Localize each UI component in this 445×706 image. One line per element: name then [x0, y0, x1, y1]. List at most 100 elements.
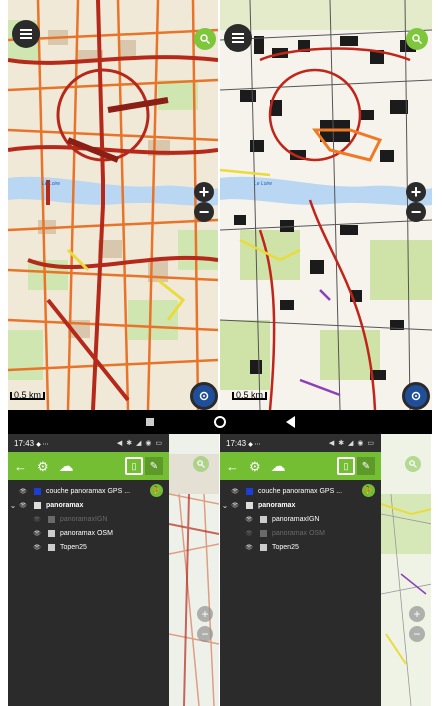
- toolbar: ← ⚙ ☁ ▯ ✎: [220, 452, 381, 480]
- layer-row[interactable]: 👁 panoramax OSM: [22, 526, 113, 540]
- menu-button[interactable]: [224, 24, 252, 52]
- chevron-down-icon[interactable]: ⌄: [8, 501, 18, 510]
- eye-icon[interactable]: 👁: [32, 544, 42, 551]
- layer-row[interactable]: 👁 couche panoramax GPS ...: [220, 484, 342, 498]
- layers-panel-right: + − 17:43 ◆ ⋯ ◀ ✱ ◢ ◉ ▭ ← ⚙ ☁ ▯ ✎ 👁 couch…: [220, 434, 432, 706]
- status-bar: 17:43 ◆ ⋯ ◀ ✱ ◢ ◉ ▭: [220, 434, 381, 452]
- layer-label: Topen25: [60, 543, 87, 551]
- zoom-in-button[interactable]: +: [409, 606, 425, 622]
- status-notification-icons: ◆ ⋯: [248, 441, 261, 448]
- recents-button[interactable]: [145, 418, 154, 426]
- eye-icon[interactable]: 👁: [230, 502, 240, 509]
- search-button[interactable]: [406, 28, 428, 50]
- back-arrow-icon[interactable]: ←: [226, 460, 239, 473]
- map-preview[interactable]: + −: [169, 434, 219, 706]
- zoom-out-button[interactable]: −: [409, 626, 425, 642]
- layer-row[interactable]: ⌄ 👁 panoramax: [220, 498, 296, 512]
- layer-label: panoramax: [46, 501, 84, 509]
- edit-icon[interactable]: ✎: [145, 457, 163, 475]
- layer-list: 👁 couche panoramax GPS ... ⌄ 👁 panoramax 👁 pan…: [8, 480, 169, 706]
- layer-row[interactable]: 👁 panoramaxIGN: [22, 512, 107, 526]
- search-icon: [409, 460, 417, 468]
- scale-bar: 0.5 km: [10, 391, 46, 400]
- eye-icon[interactable]: 👁: [244, 530, 254, 537]
- search-button[interactable]: [405, 456, 421, 472]
- map-view-osm[interactable]: Le Loire + − 0.5 km: [8, 0, 218, 410]
- map-icon[interactable]: ▯: [125, 457, 143, 475]
- layer-swatch-icon: [48, 515, 55, 523]
- locate-button[interactable]: [402, 382, 430, 410]
- layer-label: couche panoramax GPS ...: [46, 487, 131, 495]
- status-notification-icons: ◆ ⋯: [36, 441, 49, 448]
- layer-swatch-icon: [246, 487, 253, 495]
- status-time: 17:43: [14, 438, 35, 448]
- scale-bar: 0.5 km: [232, 391, 268, 400]
- gps-track-badge-icon[interactable]: ⛹: [150, 484, 163, 497]
- locate-button[interactable]: [190, 382, 218, 410]
- eye-icon[interactable]: 👁: [32, 530, 42, 537]
- status-time: 17:43: [226, 438, 247, 448]
- layer-row[interactable]: 👁 panoramax OSM: [234, 526, 325, 540]
- layer-swatch-icon: [34, 501, 41, 509]
- zoom-out-button[interactable]: −: [194, 202, 214, 222]
- layer-swatch-icon: [246, 501, 253, 509]
- layer-swatch-icon: [34, 487, 41, 495]
- locate-icon: [199, 391, 209, 401]
- layer-label: panoramaxIGN: [60, 515, 108, 523]
- menu-icon: [20, 29, 32, 39]
- gps-track-badge-icon[interactable]: ⛹: [362, 484, 375, 497]
- layer-row[interactable]: 👁 Topen25: [22, 540, 87, 554]
- search-button[interactable]: [193, 456, 209, 472]
- status-system-icons: ◀ ✱ ◢ ◉ ▭: [116, 440, 163, 447]
- eye-icon[interactable]: 👁: [244, 544, 254, 551]
- search-button[interactable]: [194, 28, 216, 50]
- eye-icon[interactable]: 👁: [18, 488, 28, 495]
- chevron-down-icon[interactable]: ⌄: [220, 501, 230, 510]
- zoom-in-button[interactable]: +: [194, 182, 214, 202]
- map-icon[interactable]: ▯: [337, 457, 355, 475]
- zoom-out-button[interactable]: −: [406, 202, 426, 222]
- eye-icon[interactable]: 👁: [18, 502, 28, 509]
- layer-label: panoramax OSM: [272, 529, 325, 537]
- gear-icon[interactable]: ⚙: [37, 460, 49, 473]
- menu-button[interactable]: [12, 20, 40, 48]
- menu-icon: [232, 33, 244, 43]
- status-system-icons: ◀ ✱ ◢ ◉ ▭: [328, 440, 375, 447]
- river-label: Le Loire: [254, 181, 273, 187]
- layers-panel-left: + − 17:43 ◆ ⋯ ◀ ✱ ◢ ◉ ▭ ← ⚙ ☁ ▯ ✎ 👁 couch…: [8, 434, 219, 706]
- back-button[interactable]: [285, 416, 295, 428]
- map-preview[interactable]: + −: [381, 434, 431, 706]
- search-icon: [197, 460, 205, 468]
- edit-icon[interactable]: ✎: [357, 457, 375, 475]
- zoom-out-button[interactable]: −: [197, 626, 213, 642]
- zoom-in-button[interactable]: +: [197, 606, 213, 622]
- search-icon: [412, 34, 422, 44]
- toolbar: ← ⚙ ☁ ▯ ✎: [8, 452, 169, 480]
- status-bar: 17:43 ◆ ⋯ ◀ ✱ ◢ ◉ ▭: [8, 434, 169, 452]
- layer-row[interactable]: 👁 couche panoramax GPS ...: [8, 484, 130, 498]
- layer-label: couche panoramax GPS ...: [258, 487, 343, 495]
- layer-label: panoramaxIGN: [272, 515, 320, 523]
- zoom-in-button[interactable]: +: [406, 182, 426, 202]
- layer-row[interactable]: 👁 panoramaxIGN: [234, 512, 319, 526]
- locate-icon: [411, 391, 421, 401]
- layer-label: Topen25: [272, 543, 299, 551]
- gear-icon[interactable]: ⚙: [249, 460, 261, 473]
- eye-icon[interactable]: 👁: [230, 488, 240, 495]
- layer-swatch-icon: [48, 543, 55, 551]
- layer-row[interactable]: ⌄ 👁 panoramax: [8, 498, 84, 512]
- back-arrow-icon[interactable]: ←: [14, 460, 27, 473]
- layer-swatch-icon: [260, 543, 267, 551]
- layer-swatch-icon: [260, 529, 267, 537]
- cloud-icon[interactable]: ☁: [271, 459, 286, 474]
- eye-icon[interactable]: 👁: [32, 516, 42, 523]
- eye-icon[interactable]: 👁: [244, 516, 254, 523]
- cloud-icon[interactable]: ☁: [59, 459, 74, 474]
- android-nav-bar: [8, 410, 432, 434]
- layer-swatch-icon: [260, 515, 267, 523]
- search-icon: [200, 34, 210, 44]
- map-view-ign[interactable]: Le Loire + − 0.5 km: [220, 0, 432, 410]
- layer-label: panoramax: [258, 501, 296, 509]
- home-button[interactable]: [213, 416, 226, 428]
- layer-row[interactable]: 👁 Topen25: [234, 540, 299, 554]
